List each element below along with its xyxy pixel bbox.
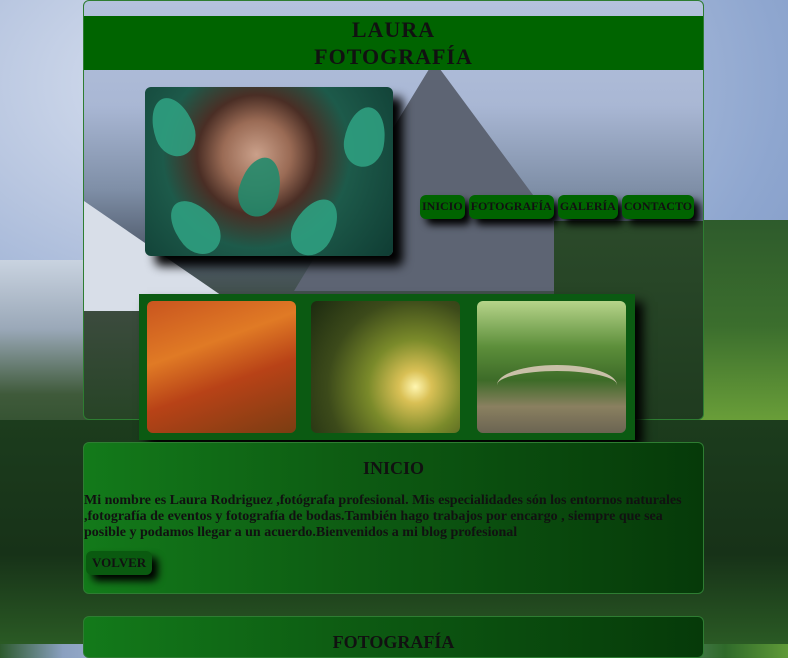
bridge-shape: [497, 365, 617, 405]
nav-inicio-button[interactable]: INICIO: [420, 195, 465, 219]
site-title: LAURA FOTOGRAFÍA: [84, 16, 703, 70]
section-title: INICIO: [362, 458, 424, 478]
gallery-thumb-autumn-forest[interactable]: [147, 301, 296, 433]
photo-gallery: [139, 294, 635, 440]
site-title-line2: FOTOGRAFÍA: [314, 44, 473, 69]
section-inicio: INICIO Mi nombre es Laura Rodriguez ,fot…: [83, 442, 704, 594]
nav-contacto-button[interactable]: CONTACTO: [621, 195, 695, 219]
portrait-photo: [145, 87, 393, 256]
leaf-shape: [145, 91, 203, 163]
site-title-line1: LAURA: [351, 17, 436, 42]
section-title: FOTOGRAFÍA: [332, 632, 455, 652]
nav-fotografia-button[interactable]: FOTOGRAFÍA: [468, 195, 554, 219]
leaf-shape: [340, 103, 390, 171]
leaf-shape: [232, 152, 288, 222]
leaf-shape: [160, 191, 230, 256]
section-fotografia: FOTOGRAFÍA: [83, 616, 704, 658]
page-container: LAURA FOTOGRAFÍA INICIO FOTOGRAFÍA GALER…: [83, 0, 704, 658]
main-nav: INICIO FOTOGRAFÍA GALERÍA CONTACTO: [420, 195, 695, 219]
section-text: Mi nombre es Laura Rodriguez ,fotógrafa …: [84, 493, 682, 540]
nav-galeria-button[interactable]: GALERÍA: [557, 195, 618, 219]
gallery-thumb-sunlit-tree[interactable]: [311, 301, 460, 433]
back-button[interactable]: VOLVER: [86, 551, 153, 575]
leaf-shape: [282, 191, 348, 256]
gallery-thumb-garden-bridge[interactable]: [477, 301, 626, 433]
